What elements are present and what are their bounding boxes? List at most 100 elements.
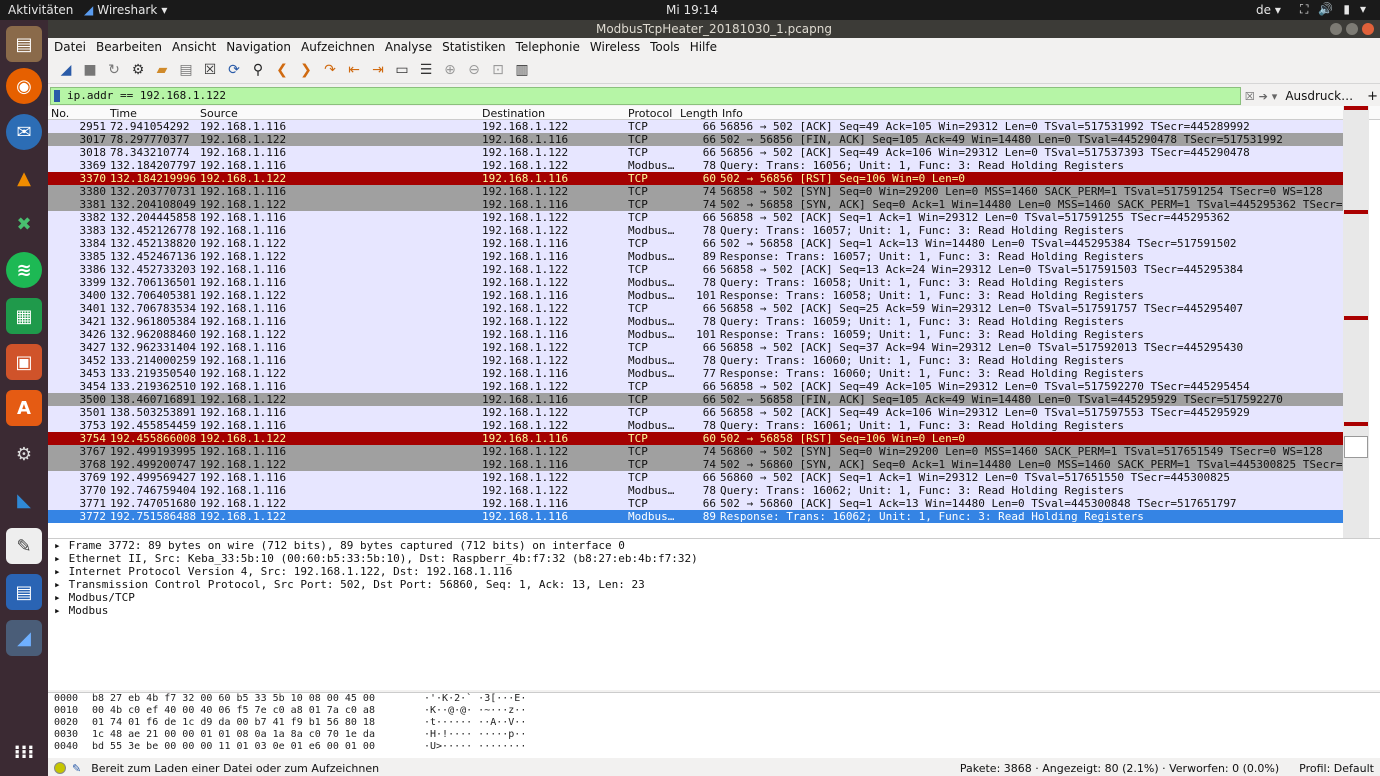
expand-arrow-icon[interactable]: ▸ bbox=[54, 578, 61, 591]
packet-row[interactable]: 3501 138.503253891 192.168.1.116 192.168.1.… bbox=[48, 406, 1343, 419]
menu-item-hilfe[interactable]: Hilfe bbox=[690, 40, 717, 54]
packet-row[interactable]: 3453 133.219350540 192.168.1.122 192.168.1.… bbox=[48, 367, 1343, 380]
xmind-icon[interactable]: ✖ bbox=[6, 206, 42, 242]
packet-row[interactable]: 3767 192.499193995 192.168.1.116 192.168.1.… bbox=[48, 445, 1343, 458]
app-grid-icon[interactable]: ⁝⁝⁝ bbox=[6, 734, 42, 770]
menu-item-wireless[interactable]: Wireless bbox=[590, 40, 640, 54]
expand-arrow-icon[interactable]: ▸ bbox=[54, 539, 61, 552]
menu-item-statistiken[interactable]: Statistiken bbox=[442, 40, 506, 54]
col-protocol[interactable]: Protocol bbox=[628, 107, 672, 120]
packet-row[interactable]: 3421 132.961805384 192.168.1.116 192.168.1.… bbox=[48, 315, 1343, 328]
packet-row[interactable]: 3384 132.452138820 192.168.1.122 192.168.1.… bbox=[48, 237, 1343, 250]
col-time[interactable]: Time bbox=[110, 107, 137, 120]
hex-row[interactable]: 0020 01 74 01 f6 de 1c d9 da 00 b7 41 f9 … bbox=[54, 717, 1380, 729]
maximize-button[interactable] bbox=[1346, 23, 1358, 35]
expand-arrow-icon[interactable]: ▸ bbox=[54, 565, 61, 578]
expand-arrow-icon[interactable]: ▸ bbox=[54, 591, 61, 604]
close-file-icon[interactable]: ☒ bbox=[200, 60, 220, 80]
scroll-thumb[interactable] bbox=[1344, 436, 1368, 458]
open-file-icon[interactable]: ▰ bbox=[152, 60, 172, 80]
vlc-icon[interactable]: ▲ bbox=[6, 160, 42, 196]
packet-row[interactable]: 3017 78.297770377 192.168.1.122 192.168.1.1… bbox=[48, 133, 1343, 146]
hex-row[interactable]: 0040 bd 55 3e be 00 00 00 11 01 03 0e 01 … bbox=[54, 741, 1380, 753]
language-indicator[interactable]: de ▾ bbox=[1256, 3, 1281, 17]
menu-item-datei[interactable]: Datei bbox=[54, 40, 86, 54]
stop-capture-icon[interactable]: ■ bbox=[80, 60, 100, 80]
detail-tree-item[interactable]: ▸ Internet Protocol Version 4, Src: 192.1… bbox=[48, 565, 1380, 578]
packet-row[interactable]: 3452 133.214000259 192.168.1.116 192.168.1.… bbox=[48, 354, 1343, 367]
packet-row[interactable]: 3772 192.751586488 192.168.1.122 192.168.1.… bbox=[48, 510, 1343, 523]
zoom-in-icon[interactable]: ⊕ bbox=[440, 60, 460, 80]
packet-row[interactable]: 3381 132.204108049 192.168.1.122 192.168.1.… bbox=[48, 198, 1343, 211]
packet-row[interactable]: 3753 192.455854459 192.168.1.116 192.168.1.… bbox=[48, 419, 1343, 432]
normal-size-icon[interactable]: ⊡ bbox=[488, 60, 508, 80]
display-filter-input[interactable]: ip.addr == 192.168.1.122 bbox=[50, 87, 1241, 105]
expression-button[interactable]: Ausdruck… bbox=[1285, 89, 1353, 103]
vscode-icon[interactable]: ◣ bbox=[6, 482, 42, 518]
detail-tree-item[interactable]: ▸ Modbus/TCP bbox=[48, 591, 1380, 604]
start-capture-icon[interactable]: ◢ bbox=[56, 60, 76, 80]
packet-row[interactable]: 3754 192.455866008 192.168.1.122 192.168.1.… bbox=[48, 432, 1343, 445]
packet-row[interactable]: 3769 192.499569427 192.168.1.116 192.168.1.… bbox=[48, 471, 1343, 484]
bookmark-icon[interactable] bbox=[54, 90, 60, 102]
packet-row[interactable]: 3400 132.706405381 192.168.1.122 192.168.1.… bbox=[48, 289, 1343, 302]
menu-item-analyse[interactable]: Analyse bbox=[385, 40, 432, 54]
packet-list-scrollbar[interactable] bbox=[1343, 106, 1369, 540]
thunderbird-icon[interactable]: ✉ bbox=[6, 114, 42, 150]
title-bar[interactable]: ModbusTcpHeater_20181030_1.pcapng bbox=[48, 20, 1380, 38]
col-no[interactable]: No. bbox=[51, 107, 69, 120]
packet-row[interactable]: 3380 132.203770731 192.168.1.116 192.168.1.… bbox=[48, 185, 1343, 198]
presentation-icon[interactable]: ▣ bbox=[6, 344, 42, 380]
packet-row[interactable]: 3382 132.204445858 192.168.1.116 192.168.1.… bbox=[48, 211, 1343, 224]
menu-item-ansicht[interactable]: Ansicht bbox=[172, 40, 216, 54]
apply-filter-icon[interactable]: ➔ bbox=[1259, 90, 1268, 103]
reload-icon[interactable]: ⟳ bbox=[224, 60, 244, 80]
clear-filter-icon[interactable]: ☒ bbox=[1245, 90, 1255, 103]
document-icon[interactable]: ▤ bbox=[6, 574, 42, 610]
go-forward-icon[interactable]: ❯ bbox=[296, 60, 316, 80]
packet-row[interactable]: 3386 132.452733203 192.168.1.116 192.168.1.… bbox=[48, 263, 1343, 276]
packet-row[interactable]: 3500 138.460716891 192.168.1.122 192.168.1.… bbox=[48, 393, 1343, 406]
menu-item-tools[interactable]: Tools bbox=[650, 40, 680, 54]
colorize-icon[interactable]: ☰ bbox=[416, 60, 436, 80]
packet-row[interactable]: 2951 72.941054292 192.168.1.116 192.168.1.1… bbox=[48, 120, 1343, 133]
activities-button[interactable]: Aktivitäten bbox=[8, 3, 73, 17]
spotify-icon[interactable]: ≋ bbox=[6, 252, 42, 288]
packet-row[interactable]: 3771 192.747051680 192.168.1.122 192.168.1.… bbox=[48, 497, 1343, 510]
go-to-packet-icon[interactable]: ↷ bbox=[320, 60, 340, 80]
detail-tree-item[interactable]: ▸ Frame 3772: 89 bytes on wire (712 bits)… bbox=[48, 539, 1380, 552]
menu-item-bearbeiten[interactable]: Bearbeiten bbox=[96, 40, 162, 54]
detail-tree-item[interactable]: ▸ Modbus bbox=[48, 604, 1380, 617]
save-file-icon[interactable]: ▤ bbox=[176, 60, 196, 80]
clock[interactable]: Mi 19:14 bbox=[666, 3, 718, 17]
hex-row[interactable]: 0010 00 4b c0 ef 40 00 40 06 f5 7e c0 a8 … bbox=[54, 705, 1380, 717]
packet-row[interactable]: 3770 192.746759404 192.168.1.116 192.168.1.… bbox=[48, 484, 1343, 497]
packet-row[interactable]: 3018 78.343210774 192.168.1.116 192.168.1.1… bbox=[48, 146, 1343, 159]
autoscroll-icon[interactable]: ▭ bbox=[392, 60, 412, 80]
col-info[interactable]: Info bbox=[722, 107, 743, 120]
detail-tree-item[interactable]: ▸ Transmission Control Protocol, Src Port… bbox=[48, 578, 1380, 591]
capture-options-icon[interactable]: ⚙ bbox=[128, 60, 148, 80]
packet-row[interactable]: 3370 132.184219996 192.168.1.122 192.168.1.… bbox=[48, 172, 1343, 185]
packet-row[interactable]: 3401 132.706783534 192.168.1.116 192.168.1.… bbox=[48, 302, 1343, 315]
profile-label[interactable]: Profil: Default bbox=[1299, 762, 1374, 775]
capture-comment-icon[interactable]: ✎ bbox=[72, 762, 81, 775]
restart-capture-icon[interactable]: ↻ bbox=[104, 60, 124, 80]
packet-row[interactable]: 3383 132.452126778 192.168.1.116 192.168.1.… bbox=[48, 224, 1343, 237]
spreadsheet-icon[interactable]: ▦ bbox=[6, 298, 42, 334]
packet-row[interactable]: 3369 132.184207797 192.168.1.116 192.168.1.… bbox=[48, 159, 1343, 172]
expand-arrow-icon[interactable]: ▸ bbox=[54, 552, 61, 565]
system-tray[interactable]: ⛶ 🔊 ▮ ▾ bbox=[1300, 2, 1366, 17]
menu-item-navigation[interactable]: Navigation bbox=[226, 40, 291, 54]
files-icon[interactable]: ▤ bbox=[6, 26, 42, 62]
settings-icon[interactable]: ⚙ bbox=[6, 436, 42, 472]
menu-item-telephonie[interactable]: Telephonie bbox=[516, 40, 580, 54]
last-packet-icon[interactable]: ⇥ bbox=[368, 60, 388, 80]
close-button[interactable] bbox=[1362, 23, 1374, 35]
col-source[interactable]: Source bbox=[200, 107, 238, 120]
zoom-out-icon[interactable]: ⊖ bbox=[464, 60, 484, 80]
packet-row[interactable]: 3385 132.452467136 192.168.1.122 192.168.1.… bbox=[48, 250, 1343, 263]
hex-row[interactable]: 0030 1c 48 ae 21 00 00 01 01 08 0a 1a 8a … bbox=[54, 729, 1380, 741]
first-packet-icon[interactable]: ⇤ bbox=[344, 60, 364, 80]
minimize-button[interactable] bbox=[1330, 23, 1342, 35]
